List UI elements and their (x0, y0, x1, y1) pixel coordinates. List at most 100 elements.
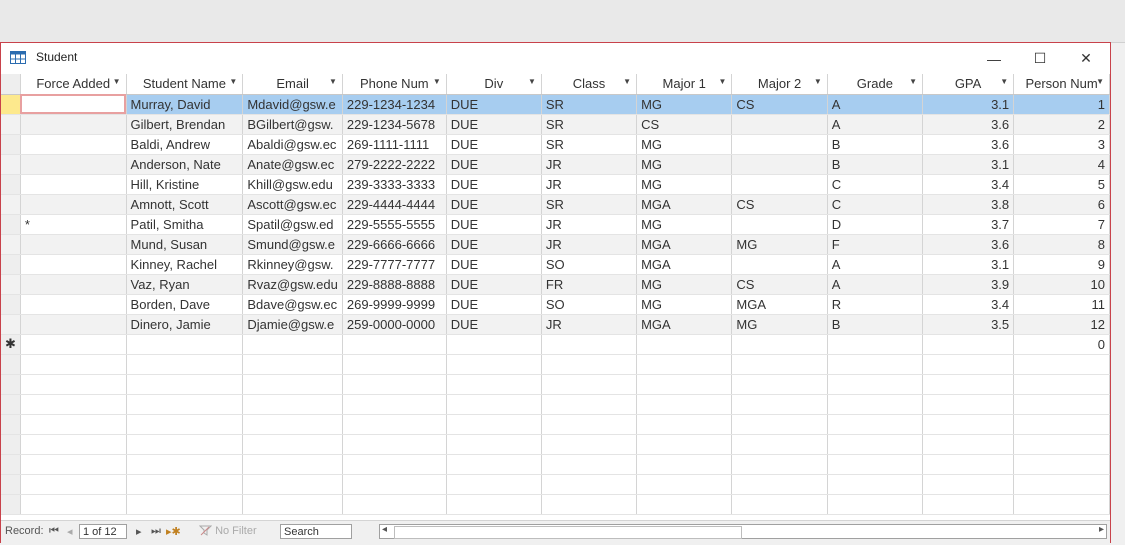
cell-gpa[interactable]: 3.1 (922, 94, 1015, 115)
cell-name[interactable]: Hill, Kristine (126, 174, 244, 195)
cell-phone[interactable]: 229-1234-5678 (342, 114, 447, 135)
cell-major1[interactable]: CS (636, 114, 733, 135)
cell-email[interactable]: Mdavid@gsw.e (242, 94, 343, 115)
cell-gpa[interactable]: 3.7 (922, 214, 1015, 235)
cell-email[interactable]: BGilbert@gsw. (242, 114, 343, 135)
cell-name[interactable]: Mund, Susan (126, 234, 244, 255)
cell-cls[interactable]: JR (541, 174, 638, 195)
cell-div[interactable]: DUE (446, 154, 542, 175)
cell-force[interactable] (20, 254, 127, 275)
new-cell-name[interactable] (126, 334, 244, 355)
cell-div[interactable]: DUE (446, 294, 542, 315)
cell-major1[interactable]: MGA (636, 234, 733, 255)
cell-name[interactable]: Borden, Dave (126, 294, 244, 315)
record-selector[interactable] (1, 114, 21, 135)
record-selector[interactable] (1, 314, 21, 335)
new-cell-phone[interactable] (342, 334, 447, 355)
cell-name[interactable]: Patil, Smitha (126, 214, 244, 235)
new-record-button[interactable]: ▸✱ (166, 525, 181, 538)
cell-major1[interactable]: MGA (636, 314, 733, 335)
cell-major2[interactable]: CS (731, 194, 828, 215)
cell-cls[interactable]: JR (541, 234, 638, 255)
scroll-left-arrow[interactable]: ◂ (382, 524, 387, 535)
new-cell-force[interactable] (20, 334, 127, 355)
cell-grade[interactable]: B (827, 314, 923, 335)
cell-phone[interactable]: 239-3333-3333 (342, 174, 447, 195)
new-cell-major1[interactable] (636, 334, 733, 355)
cell-phone[interactable]: 229-7777-7777 (342, 254, 447, 275)
new-cell-grade[interactable] (827, 334, 923, 355)
cell-email[interactable]: Rvaz@gsw.edu (242, 274, 343, 295)
cell-grade[interactable]: D (827, 214, 923, 235)
cell-pnum[interactable]: 8 (1013, 234, 1110, 255)
record-selector[interactable] (1, 194, 21, 215)
cell-phone[interactable]: 259-0000-0000 (342, 314, 447, 335)
dropdown-arrow-icon[interactable]: ▼ (1096, 77, 1104, 86)
cell-force[interactable] (20, 194, 127, 215)
cell-major2[interactable] (731, 134, 828, 155)
new-record-icon[interactable]: ✱ (1, 334, 21, 355)
cell-div[interactable]: DUE (446, 254, 542, 275)
cell-grade[interactable]: C (827, 174, 923, 195)
cell-grade[interactable]: R (827, 294, 923, 315)
column-header-email[interactable]: Email ▼ (242, 74, 343, 95)
cell-email[interactable]: Smund@gsw.e (242, 234, 343, 255)
cell-major1[interactable]: MG (636, 134, 733, 155)
cell-major2[interactable] (731, 214, 828, 235)
column-header-name[interactable]: Student Name ▼ (126, 74, 244, 95)
no-filter-indicator[interactable]: No Filter (198, 525, 257, 537)
cell-email[interactable]: Rkinney@gsw. (242, 254, 343, 275)
table-row[interactable]: Amnott, Scott Ascott@gsw.ec 229-4444-4444 D… (1, 194, 1110, 215)
table-row[interactable]: Baldi, Andrew Abaldi@gsw.ec 269-1111-1111 D… (1, 134, 1110, 155)
cell-major1[interactable]: MG (636, 174, 733, 195)
cell-phone[interactable]: 269-1111-1111 (342, 134, 447, 155)
cell-email[interactable]: Anate@gsw.ec (242, 154, 343, 175)
column-header-div[interactable]: Div ▼ (446, 74, 542, 95)
cell-name[interactable]: Amnott, Scott (126, 194, 244, 215)
record-selector[interactable] (1, 234, 21, 255)
cell-major1[interactable]: MG (636, 274, 733, 295)
cell-cls[interactable]: JR (541, 154, 638, 175)
cell-force[interactable] (20, 294, 127, 315)
cell-major2[interactable] (731, 154, 828, 175)
cell-grade[interactable]: C (827, 194, 923, 215)
record-selector[interactable] (1, 154, 21, 175)
cell-force[interactable] (20, 154, 127, 175)
column-header-cls[interactable]: Class ▼ (541, 74, 638, 95)
cell-div[interactable]: DUE (446, 234, 542, 255)
table-row[interactable]: Hill, Kristine Khill@gsw.edu 239-3333-3333… (1, 174, 1110, 195)
cell-div[interactable]: DUE (446, 94, 542, 115)
next-record-button[interactable]: ▸ (136, 525, 142, 538)
previous-record-button[interactable]: ◂ (67, 525, 73, 538)
dropdown-arrow-icon[interactable]: ▼ (229, 77, 237, 86)
cell-div[interactable]: DUE (446, 214, 542, 235)
cell-pnum[interactable]: 5 (1013, 174, 1110, 195)
cell-force[interactable] (20, 234, 127, 255)
search-input[interactable]: Search (280, 524, 352, 539)
cell-name[interactable]: Kinney, Rachel (126, 254, 244, 275)
cell-email[interactable]: Djamie@gsw.e (242, 314, 343, 335)
cell-gpa[interactable]: 3.1 (922, 154, 1015, 175)
close-button[interactable]: ✕ (1063, 43, 1109, 74)
new-cell-gpa[interactable] (922, 334, 1015, 355)
dropdown-arrow-icon[interactable]: ▼ (433, 77, 441, 86)
cell-force[interactable] (20, 114, 127, 135)
cell-email[interactable]: Spatil@gsw.ed (242, 214, 343, 235)
new-record-row[interactable]: ✱ 0 (1, 334, 1110, 355)
horizontal-scrollbar[interactable]: ◂ ▸ (379, 524, 1107, 539)
cell-phone[interactable]: 229-8888-8888 (342, 274, 447, 295)
cell-cls[interactable]: JR (541, 214, 638, 235)
cell-email[interactable]: Khill@gsw.edu (242, 174, 343, 195)
record-selector[interactable] (1, 174, 21, 195)
dropdown-arrow-icon[interactable]: ▼ (528, 77, 536, 86)
cell-major1[interactable]: MGA (636, 254, 733, 275)
column-header-phone[interactable]: Phone Num ▼ (342, 74, 447, 95)
cell-major1[interactable]: MG (636, 94, 733, 115)
select-all-corner[interactable] (1, 74, 21, 95)
cell-grade[interactable]: A (827, 114, 923, 135)
new-cell-major2[interactable] (731, 334, 828, 355)
cell-cls[interactable]: SO (541, 294, 638, 315)
cell-grade[interactable]: B (827, 134, 923, 155)
cell-div[interactable]: DUE (446, 134, 542, 155)
column-header-gpa[interactable]: GPA ▼ (922, 74, 1015, 95)
